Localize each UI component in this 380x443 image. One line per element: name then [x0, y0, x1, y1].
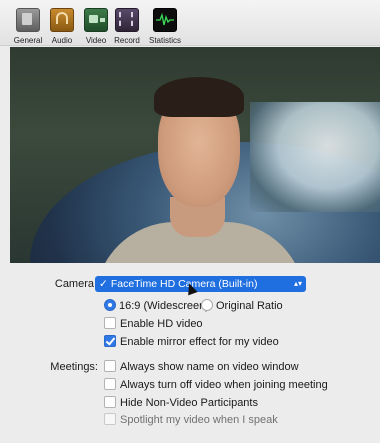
turn-off-video-checkbox[interactable]	[104, 378, 116, 390]
mirror-effect-checkbox[interactable]	[104, 335, 116, 347]
meeting-option-hide-non-video[interactable]: Hide Non-Video Participants	[104, 395, 258, 411]
camera-label: Camera	[54, 278, 94, 290]
show-name-label: Always show name on video window	[120, 361, 299, 373]
ratio-widescreen-radio[interactable]	[104, 299, 116, 311]
toolbar-video-label: Video	[85, 36, 107, 45]
toolbar-audio-label: Audio	[51, 36, 73, 45]
spotlight-label: Spotlight my video when I speak	[120, 414, 278, 426]
toolbar-record-label: Record	[114, 36, 140, 45]
headphones-icon	[50, 8, 74, 32]
toolbar-statistics-button[interactable]: Statistics	[143, 8, 187, 46]
camera-select[interactable]: ✓ FaceTime HD Camera (Built-in) ▴▾	[95, 276, 306, 292]
meetings-label: Meetings:	[50, 361, 98, 373]
video-preview	[10, 47, 380, 263]
enable-hd-option[interactable]: Enable HD video	[104, 316, 203, 332]
hide-non-video-label: Hide Non-Video Participants	[120, 397, 258, 409]
chevron-updown-icon: ▴▾	[293, 279, 302, 288]
checkmark-icon: ✓	[99, 278, 108, 290]
spotlight-checkbox[interactable]	[104, 413, 116, 425]
preferences-toolbar: General Audio Video Record Statistics	[0, 0, 380, 46]
film-reel-icon	[115, 8, 139, 32]
meeting-option-turn-off-video[interactable]: Always turn off video when joining meeti…	[104, 377, 328, 393]
video-camera-icon	[84, 8, 108, 32]
ratio-original-radio[interactable]	[201, 299, 213, 311]
ratio-widescreen-label: 16:9 (Widescreen)	[119, 300, 209, 312]
meeting-option-spotlight[interactable]: Spotlight my video when I speak	[104, 412, 278, 428]
enable-hd-label: Enable HD video	[120, 318, 203, 330]
general-icon	[16, 8, 40, 32]
turn-off-video-label: Always turn off video when joining meeti…	[120, 379, 328, 391]
mirror-effect-label: Enable mirror effect for my video	[120, 336, 279, 348]
hide-non-video-checkbox[interactable]	[104, 396, 116, 408]
meeting-option-show-name[interactable]: Always show name on video window	[104, 359, 299, 375]
waveform-icon	[153, 8, 177, 32]
ratio-original-label: Original Ratio	[216, 300, 283, 312]
enable-hd-checkbox[interactable]	[104, 317, 116, 329]
toolbar-general-label: General	[13, 36, 43, 45]
person-hair	[154, 77, 244, 117]
ratio-original-option[interactable]: Original Ratio	[201, 298, 283, 314]
background-window-light	[250, 102, 380, 212]
ratio-widescreen-option[interactable]: 16:9 (Widescreen)	[104, 298, 209, 314]
mirror-effect-option[interactable]: Enable mirror effect for my video	[104, 334, 279, 350]
show-name-checkbox[interactable]	[104, 360, 116, 372]
toolbar-record-button[interactable]: Record	[107, 8, 147, 46]
toolbar-statistics-label: Statistics	[148, 36, 181, 45]
